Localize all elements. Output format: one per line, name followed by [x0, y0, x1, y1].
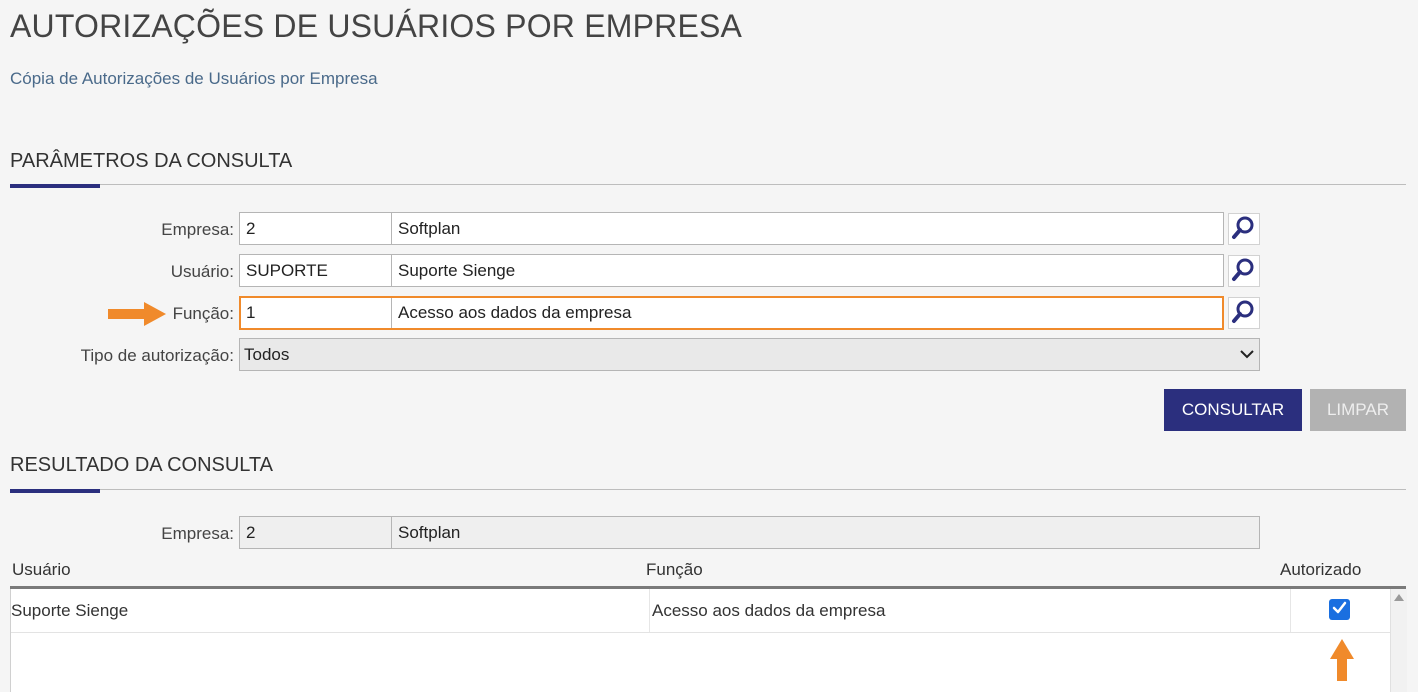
result-divider — [10, 489, 1406, 490]
tipo-autorizacao-value: Todos — [244, 344, 290, 364]
autorizado-checkbox[interactable] — [1329, 599, 1350, 620]
table-row[interactable]: Suporte Sienge Acesso aos dados da empre… — [11, 589, 1390, 633]
copy-authorizations-link[interactable]: Cópia de Autorizações de Usuários por Em… — [10, 69, 378, 89]
limpar-button[interactable]: LIMPAR — [1310, 389, 1406, 431]
consultar-button[interactable]: CONSULTAR — [1164, 389, 1302, 431]
result-accent-bar — [10, 489, 100, 493]
empresa-lookup-button[interactable] — [1228, 213, 1260, 245]
cell-usuario: Suporte Sienge — [11, 600, 129, 620]
funcao-label: Função: — [172, 304, 234, 323]
params-accent-bar — [10, 184, 100, 188]
tipo-autorizacao-label: Tipo de autorização: — [80, 346, 234, 365]
empresa-label: Empresa: — [161, 220, 234, 239]
result-empresa-label: Empresa: — [161, 524, 234, 543]
result-empresa-name: Softplan — [391, 516, 1260, 549]
result-empresa-code: 2 — [239, 516, 392, 549]
arrow-icon — [1330, 639, 1354, 686]
empresa-name-input[interactable]: Softplan — [391, 212, 1224, 245]
search-icon — [1231, 214, 1257, 245]
result-section-title: RESULTADO DA CONSULTA — [10, 454, 274, 476]
chevron-down-icon — [1239, 345, 1255, 365]
scroll-up-arrow-icon[interactable] — [1391, 589, 1407, 606]
cell-funcao: Acesso aos dados da empresa — [649, 589, 1290, 632]
column-header-usuario[interactable]: Usuário — [12, 560, 71, 580]
params-divider — [10, 184, 1406, 185]
page-title: AUTORIZAÇÕES DE USUÁRIOS POR EMPRESA — [10, 8, 743, 44]
tipo-autorizacao-select[interactable]: Todos — [239, 338, 1260, 371]
column-header-funcao[interactable]: Função — [646, 560, 703, 580]
params-section-title: PARÂMETROS DA CONSULTA — [10, 150, 293, 172]
usuario-lookup-button[interactable] — [1228, 255, 1260, 287]
table-scrollbar[interactable] — [1390, 589, 1407, 692]
column-header-autorizado[interactable]: Autorizado — [1280, 560, 1361, 580]
usuario-label: Usuário: — [170, 262, 234, 281]
search-icon — [1231, 256, 1257, 287]
empresa-code-input[interactable]: 2 — [239, 212, 392, 245]
check-icon — [1332, 601, 1347, 619]
funcao-name-input[interactable]: Acesso aos dados da empresa — [391, 296, 1224, 330]
usuario-name-input[interactable]: Suporte Sienge — [391, 254, 1224, 287]
results-table: Suporte Sienge Acesso aos dados da empre… — [10, 589, 1407, 692]
usuario-code-input[interactable]: SUPORTE — [239, 254, 392, 287]
funcao-code-input[interactable]: 1 — [239, 296, 392, 330]
search-icon — [1231, 298, 1257, 329]
funcao-lookup-button[interactable] — [1228, 297, 1260, 329]
